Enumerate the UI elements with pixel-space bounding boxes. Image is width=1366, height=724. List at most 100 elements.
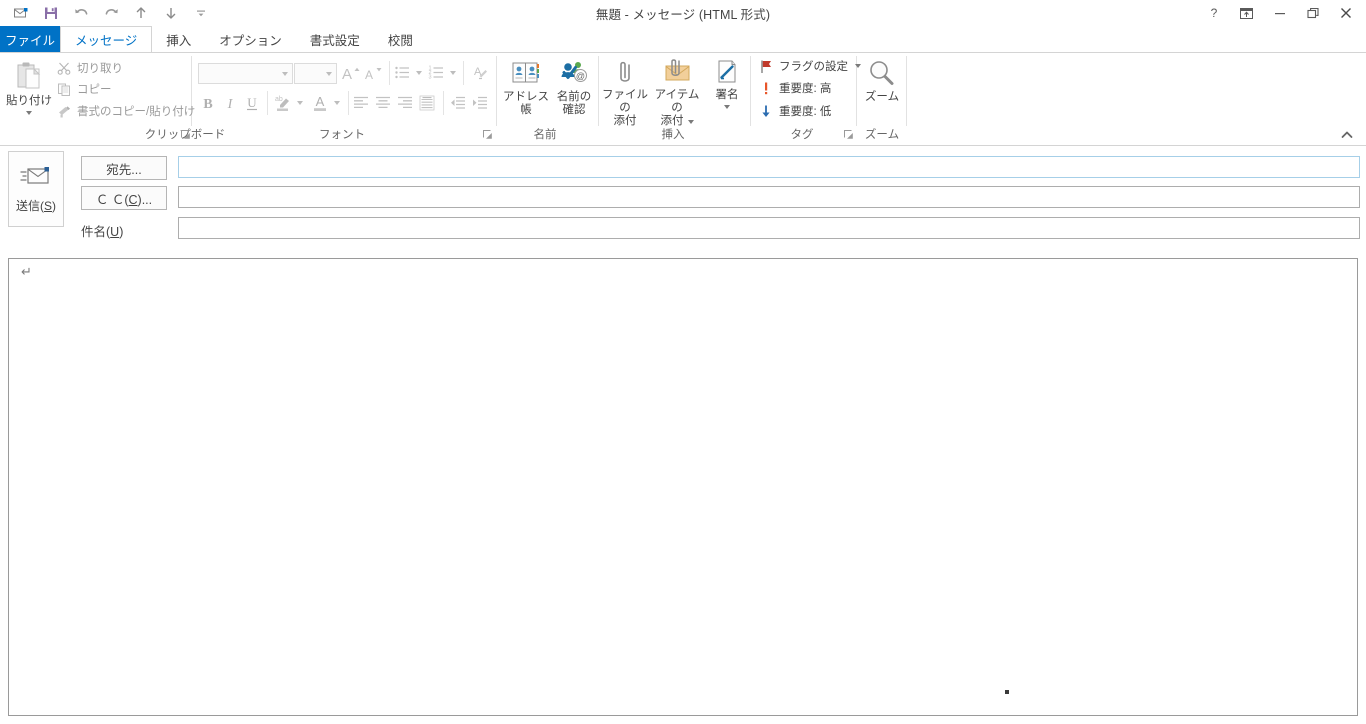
tab-file[interactable]: ファイル [0,26,60,52]
bold-button[interactable]: B [198,92,218,114]
collapse-ribbon-icon[interactable] [1336,126,1358,144]
numbering-button[interactable]: 123 [427,62,447,84]
window-controls: ? [1197,0,1362,26]
font-size-combobox[interactable] [294,63,337,84]
check-names-icon: @ [558,58,590,90]
low-importance-button[interactable]: 重要度: 低 [758,103,831,119]
cc-input[interactable] [178,186,1360,208]
window-title: 無題 - メッセージ (HTML 形式) [595,7,771,22]
cut-button[interactable]: 切り取り [56,60,123,76]
font-size-caret[interactable] [326,71,332,76]
copy-button[interactable]: コピー [56,81,112,97]
group-label-names: 名前 [533,129,557,141]
to-button[interactable]: 宛先... [81,156,167,180]
scissors-icon [56,60,72,76]
signature-dropdown-caret[interactable] [724,105,730,109]
format-painter-button[interactable]: 書式のコピー/貼り付け [56,103,195,119]
zoom-button-label: ズーム [864,91,900,103]
font-color-button[interactable]: A [309,92,331,114]
grow-font-button[interactable]: A [340,62,362,84]
group-label-include: 挿入 [661,129,685,141]
font-dialog-launcher[interactable] [482,129,493,140]
follow-up-dropdown-caret[interactable] [855,64,861,68]
check-names-button[interactable]: @ 名前の 確認 [552,58,596,117]
signature-button[interactable]: 署名 [708,58,746,109]
increase-indent-button[interactable] [469,92,491,114]
message-body-editor[interactable]: ↵ [8,258,1358,716]
italic-button[interactable]: I [220,92,240,114]
attach-file-button[interactable]: ファイルの 添付 [601,58,649,128]
paste-dropdown-caret[interactable] [26,111,32,115]
tab-options[interactable]: オプション [205,26,296,52]
outlook-compose-window: 無題 - メッセージ (HTML 形式) ? ファイル メッセージ 挿入 オプシ… [0,0,1366,724]
format-painter-icon [56,103,72,119]
group-divider-font [496,56,497,126]
subject-input[interactable] [178,217,1360,239]
bullets-button[interactable] [393,62,413,84]
ribbon-display-options-icon[interactable] [1230,0,1263,26]
align-center-button[interactable] [372,92,394,114]
to-input[interactable] [178,156,1360,178]
cc-button-label: Ｃ Ｃ(C)... [95,192,153,207]
group-divider-zoom [906,56,907,126]
numbering-dropdown-caret[interactable] [447,66,459,80]
tab-review[interactable]: 校閲 [374,26,427,52]
send-button-label: 送信(S) [15,198,56,213]
decrease-indent-button[interactable] [447,92,469,114]
shrink-font-button[interactable]: A [362,62,384,84]
cc-button[interactable]: Ｃ Ｃ(C)... [81,186,167,210]
minimize-icon[interactable] [1263,0,1296,26]
attach-item-dropdown-caret[interactable] [687,119,694,124]
check-names-label-2: 確認 [562,104,586,116]
send-button[interactable]: 送信(S) [8,151,64,227]
tab-format-text[interactable]: 書式設定 [296,26,374,52]
underline-button[interactable]: U [242,92,262,114]
help-icon[interactable]: ? [1197,0,1230,26]
svg-text:?: ? [1210,6,1217,20]
address-book-button[interactable]: アドレス帳 [503,58,549,117]
clipboard-dialog-launcher[interactable] [180,129,191,140]
font-sep-5 [443,91,444,115]
group-label-font: フォント [319,129,365,141]
group-divider-names [598,56,599,126]
svg-text:A: A [316,94,325,109]
zoom-button[interactable]: ズーム [862,58,902,104]
text-highlight-color-button[interactable]: ab [272,92,294,114]
exclamation-icon [758,80,774,96]
down-arrow-icon [758,103,774,119]
paste-button[interactable]: 貼り付け [6,58,52,115]
justify-button[interactable] [416,92,438,114]
svg-text:3: 3 [429,75,432,81]
body-cursor-dot [1005,690,1009,694]
attach-item-button[interactable]: アイテムの 添付 [652,58,702,128]
follow-up-button[interactable]: フラグの設定 [758,58,861,74]
font-sep-4 [348,91,349,115]
address-book-label: アドレス帳 [503,91,549,116]
to-button-label: 宛先... [106,162,142,177]
clear-formatting-button[interactable]: A [468,62,490,84]
bullets-dropdown-caret[interactable] [413,66,425,80]
restore-icon[interactable] [1296,0,1329,26]
align-right-button[interactable] [394,92,416,114]
high-importance-button[interactable]: 重要度: 高 [758,80,831,96]
align-left-button[interactable] [350,92,372,114]
close-icon[interactable] [1329,0,1362,26]
tags-dialog-launcher[interactable] [843,129,854,140]
follow-up-label: フラグの設定 [779,61,848,73]
copy-label: コピー [77,84,112,96]
text-highlight-dropdown-caret[interactable] [294,96,306,110]
signature-icon [712,58,742,88]
group-divider-include [750,56,751,126]
font-color-dropdown-caret[interactable] [331,96,343,110]
attach-item-label-1: アイテムの [654,89,700,114]
paragraph-mark: ↵ [21,265,32,280]
attach-item-icon [660,58,694,88]
subject-label: 件名(U) [81,225,124,239]
svg-text:I: I [227,97,234,112]
font-sep-2 [463,61,464,85]
tab-message[interactable]: メッセージ [60,26,153,53]
svg-text:@: @ [576,71,585,81]
tab-insert[interactable]: 挿入 [152,26,205,52]
font-name-combobox[interactable] [198,63,293,84]
font-name-caret[interactable] [282,71,288,76]
